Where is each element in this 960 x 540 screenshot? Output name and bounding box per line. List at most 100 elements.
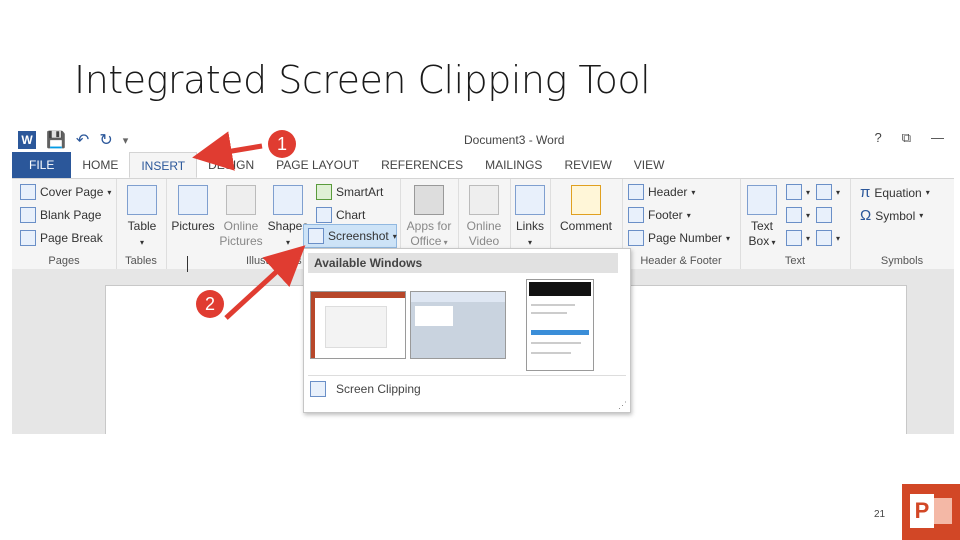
smartart-button[interactable]: SmartArt bbox=[316, 184, 383, 200]
page-number-icon bbox=[628, 230, 644, 246]
group-symbols: π Equation ▾ Ω Symbol ▾ Symbols bbox=[850, 179, 954, 269]
tab-design[interactable]: DESIGN bbox=[197, 152, 265, 178]
group-label-text: Text bbox=[784, 255, 806, 267]
footer-label: Footer bbox=[648, 208, 683, 222]
tab-home[interactable]: HOME bbox=[71, 152, 129, 178]
wordart-icon bbox=[786, 207, 802, 223]
group-label-header-footer: Header & Footer bbox=[640, 255, 722, 267]
slide-title: Integrated Screen Clipping Tool bbox=[74, 58, 651, 102]
powerpoint-logo-icon: P bbox=[902, 484, 960, 540]
blank-page-label: Blank Page bbox=[40, 208, 102, 222]
help-icon[interactable]: ? bbox=[874, 130, 881, 146]
apps-for-office-button[interactable]: Apps for Office ▾ bbox=[404, 185, 454, 250]
shapes-icon bbox=[273, 185, 303, 215]
window-thumbnail-1[interactable] bbox=[310, 291, 406, 359]
redo-icon[interactable]: ↻ bbox=[99, 130, 112, 150]
page-break-button[interactable]: Page Break bbox=[20, 230, 103, 246]
chart-icon bbox=[316, 207, 332, 223]
save-icon[interactable]: 💾 bbox=[46, 130, 66, 150]
undo-icon[interactable]: ↶ bbox=[76, 130, 89, 150]
blank-page-button[interactable]: Blank Page bbox=[20, 207, 101, 223]
tab-references[interactable]: REFERENCES bbox=[370, 152, 474, 178]
minimize-icon[interactable]: — bbox=[931, 130, 944, 146]
video-label-2: Video bbox=[468, 234, 500, 248]
drop-cap-icon bbox=[786, 230, 802, 246]
tab-insert[interactable]: INSERT bbox=[129, 152, 198, 178]
wordart-button[interactable]: ▾ bbox=[786, 207, 810, 223]
group-label-symbols: Symbols bbox=[880, 255, 924, 267]
window-thumbnail-3[interactable] bbox=[526, 279, 594, 371]
header-icon bbox=[628, 184, 644, 200]
screen-clipping-icon bbox=[310, 381, 326, 397]
comment-icon bbox=[571, 185, 601, 215]
window-thumbnail-2[interactable] bbox=[410, 291, 506, 359]
ribbon-display-icon[interactable]: ⧉ bbox=[902, 130, 911, 146]
tab-mailings[interactable]: MAILINGS bbox=[474, 152, 553, 178]
omega-icon: Ω bbox=[860, 207, 872, 224]
quick-parts-button[interactable]: ▾ bbox=[786, 184, 810, 200]
signature-line-button[interactable]: ▾ bbox=[816, 184, 840, 200]
callout-badge-2: 2 bbox=[196, 290, 224, 318]
word-logo-icon: W bbox=[18, 131, 36, 149]
symbol-button[interactable]: Ω Symbol ▾ bbox=[860, 207, 923, 224]
quick-parts-icon bbox=[786, 184, 802, 200]
tab-view[interactable]: VIEW bbox=[623, 152, 676, 178]
footer-icon bbox=[628, 207, 644, 223]
table-icon bbox=[127, 185, 157, 215]
tab-review[interactable]: REVIEW bbox=[553, 152, 622, 178]
online-pictures-label-2: Pictures bbox=[219, 234, 263, 248]
customize-qat-icon[interactable]: ▾ bbox=[123, 134, 129, 147]
quick-access-toolbar: W 💾 ↶ ↻ ▾ bbox=[18, 130, 128, 150]
screen-clipping-label: Screen Clipping bbox=[336, 382, 421, 396]
signature-line-icon bbox=[816, 184, 832, 200]
apps-icon bbox=[414, 185, 444, 215]
blank-page-icon bbox=[20, 207, 36, 223]
screenshot-button[interactable]: Screenshot ▾ bbox=[303, 224, 397, 248]
slide-page-number: 21 bbox=[874, 509, 886, 520]
drop-cap-button[interactable]: ▾ bbox=[786, 230, 810, 246]
cover-page-label: Cover Page bbox=[40, 185, 104, 199]
cover-page-button[interactable]: Cover Page ▾ bbox=[20, 184, 111, 200]
header-button[interactable]: Header ▾ bbox=[628, 184, 695, 200]
pictures-icon bbox=[178, 185, 208, 215]
pictures-button[interactable]: Pictures bbox=[170, 185, 216, 234]
table-button[interactable]: Table ▾ bbox=[122, 185, 162, 250]
text-box-label-2: Box bbox=[748, 234, 770, 248]
comment-label: Comment bbox=[559, 219, 612, 233]
screenshot-label: Screenshot bbox=[328, 229, 389, 243]
resize-grip-icon[interactable]: ⋰ bbox=[618, 400, 627, 411]
equation-button[interactable]: π Equation ▾ bbox=[860, 184, 930, 201]
window-controls: ? ⧉ — bbox=[874, 130, 944, 146]
chart-button[interactable]: Chart bbox=[316, 207, 365, 223]
apps-label-2: Office bbox=[410, 234, 442, 248]
header-label: Header bbox=[648, 185, 688, 199]
group-pages: Cover Page ▾ Blank Page Page Break Pages bbox=[12, 179, 117, 269]
page-number-label: Page Number bbox=[648, 231, 723, 245]
tab-file[interactable]: FILE bbox=[12, 152, 72, 178]
available-windows-heading: Available Windows bbox=[308, 253, 618, 273]
object-icon bbox=[816, 230, 832, 246]
screenshot-dropdown: Available Windows Screen Clipping ⋰ bbox=[303, 248, 631, 413]
symbol-label: Symbol bbox=[875, 208, 916, 223]
object-button[interactable]: ▾ bbox=[816, 230, 840, 246]
video-icon bbox=[469, 185, 499, 215]
date-time-button[interactable] bbox=[816, 207, 832, 223]
page-number-button[interactable]: Page Number ▾ bbox=[628, 230, 730, 246]
title-bar: W 💾 ↶ ↻ ▾ Document3 - Word ? ⧉ — bbox=[12, 126, 954, 152]
online-video-button[interactable]: Online Video bbox=[462, 185, 506, 249]
footer-button[interactable]: Footer ▾ bbox=[628, 207, 691, 223]
text-box-button[interactable]: Text Box ▾ bbox=[744, 185, 780, 250]
group-text: Text Box ▾ ▾ ▾ ▾ ▾ ▾ Text bbox=[740, 179, 851, 269]
screen-clipping-button[interactable]: Screen Clipping bbox=[310, 381, 421, 397]
links-button[interactable]: Links ▾ bbox=[512, 185, 548, 250]
text-box-label-1: Text bbox=[750, 219, 773, 233]
chart-label: Chart bbox=[336, 208, 366, 222]
apps-label-1: Apps for bbox=[406, 219, 452, 233]
window-title: Document3 - Word bbox=[464, 133, 565, 147]
pi-icon: π bbox=[860, 184, 871, 201]
text-cursor bbox=[187, 256, 188, 272]
online-pictures-button[interactable]: Online Pictures bbox=[218, 185, 264, 249]
smartart-label: SmartArt bbox=[336, 185, 384, 199]
links-icon bbox=[515, 185, 545, 215]
comment-button[interactable]: Comment bbox=[558, 185, 614, 234]
